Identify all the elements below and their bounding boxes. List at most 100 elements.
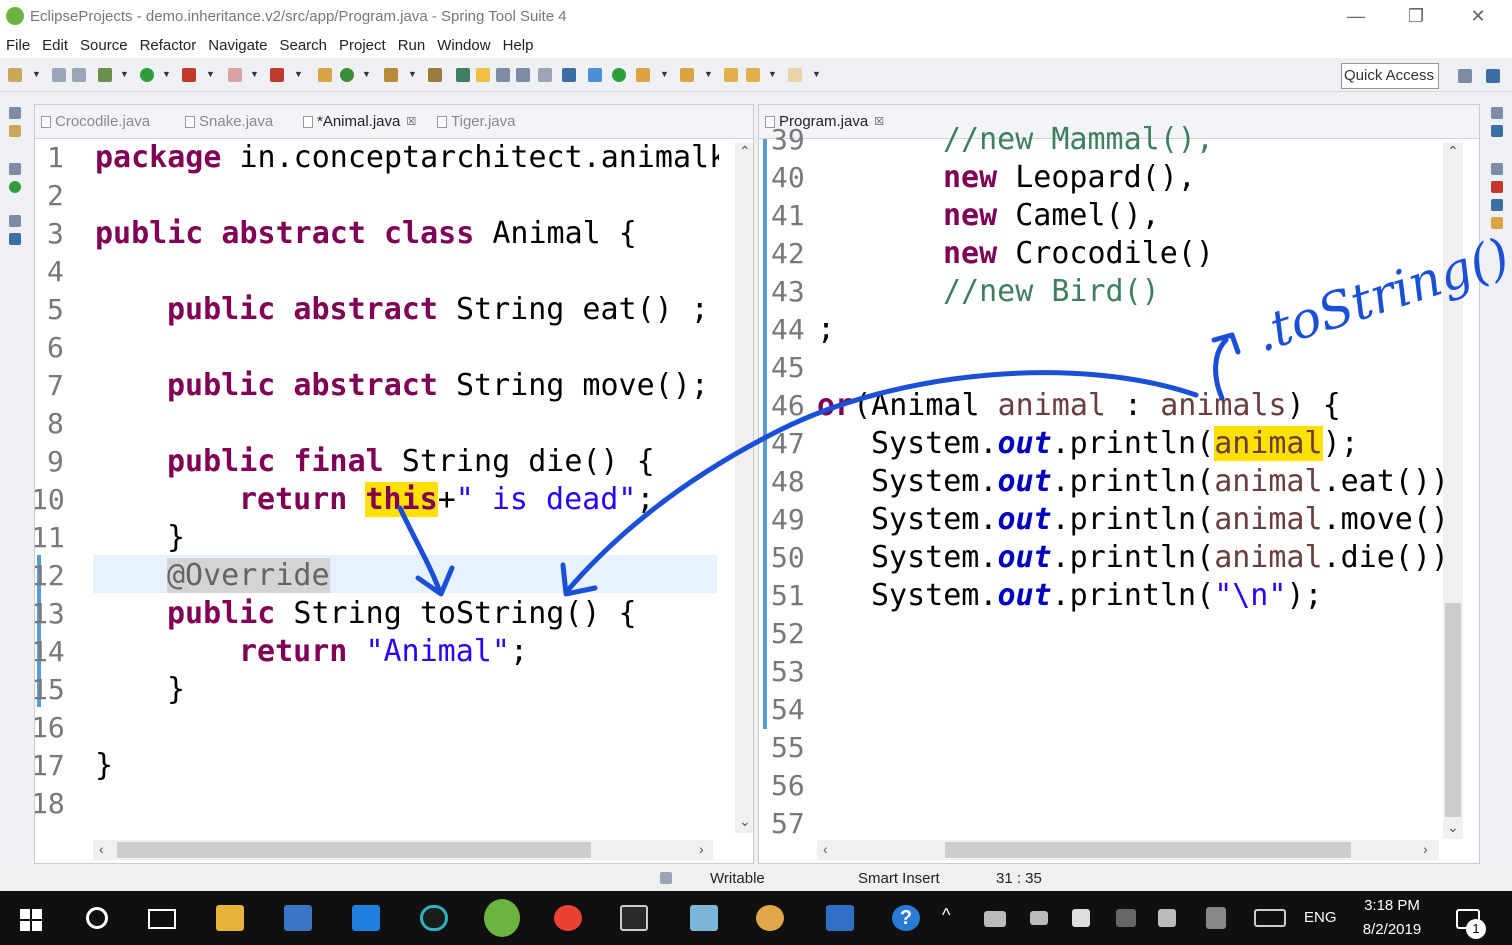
chevron-down-icon[interactable]: ▼ — [294, 69, 303, 79]
declaration-icon[interactable] — [1491, 217, 1503, 229]
animal-code-text[interactable]: package in.conceptarchitect.animalk publ… — [95, 139, 719, 839]
save-icon[interactable] — [52, 68, 66, 82]
chevron-down-icon[interactable]: ▼ — [162, 69, 171, 79]
close-button[interactable]: ✕ — [1448, 0, 1508, 32]
chevron-down-icon[interactable]: ▼ — [408, 69, 417, 79]
menu-file[interactable]: File — [6, 37, 30, 54]
deploy-icon[interactable] — [270, 68, 284, 82]
restore-icon[interactable] — [1491, 107, 1503, 119]
chevron-down-icon[interactable]: ▼ — [768, 69, 777, 79]
chrome-icon[interactable] — [554, 905, 582, 931]
spring-tool-suite-icon[interactable] — [484, 899, 520, 937]
restore-icon[interactable] — [1491, 163, 1503, 175]
search-icon[interactable] — [428, 68, 442, 82]
visual-studio-icon[interactable] — [826, 905, 854, 931]
chevron-left-icon[interactable]: ‹ — [823, 841, 828, 857]
block-selection-icon[interactable] — [496, 68, 510, 82]
menu-help[interactable]: Help — [503, 37, 534, 54]
tab-tiger[interactable]: Tiger.java — [437, 113, 515, 130]
terminal-icon[interactable] — [620, 905, 648, 931]
next-annotation-icon[interactable] — [636, 68, 650, 82]
chevron-up-icon[interactable]: ⌃ — [739, 143, 751, 160]
task-view-icon[interactable] — [148, 909, 176, 929]
tab-snake[interactable]: Snake.java — [185, 113, 273, 130]
right-horizontal-scrollbar[interactable]: ‹ › — [817, 840, 1439, 860]
pen-icon[interactable] — [1206, 907, 1226, 929]
quick-access-field[interactable]: Quick Access — [1341, 63, 1439, 89]
stop-icon[interactable] — [228, 68, 242, 82]
tab-animal[interactable]: *Animal.java ☒ — [303, 113, 416, 130]
restore-icon[interactable] — [9, 107, 21, 119]
chevron-right-icon[interactable]: › — [1423, 841, 1428, 857]
spring-boot-icon[interactable] — [612, 68, 626, 82]
notes-icon[interactable] — [690, 905, 718, 931]
run-icon[interactable] — [140, 68, 154, 82]
clock-date[interactable]: 8/2/2019 — [1354, 921, 1430, 938]
tab-crocodile[interactable]: Crocodile.java — [41, 113, 150, 130]
close-icon[interactable]: ☒ — [406, 115, 416, 128]
dropbox-tray-icon[interactable] — [1072, 909, 1090, 927]
problems-icon[interactable] — [1491, 181, 1503, 193]
volume-icon[interactable] — [1158, 909, 1176, 927]
chevron-down-icon[interactable]: ▼ — [32, 69, 41, 79]
file-explorer-icon[interactable] — [216, 905, 244, 931]
boot-dashboard-icon[interactable] — [9, 181, 21, 193]
mark-occurrences-icon[interactable] — [476, 68, 490, 82]
chevron-down-icon[interactable]: ⌄ — [1447, 819, 1459, 836]
open-perspective-icon[interactable] — [1458, 69, 1472, 83]
task-icon[interactable] — [456, 68, 470, 82]
back-arrow-icon[interactable] — [746, 68, 760, 82]
chevron-down-icon[interactable]: ▼ — [206, 69, 215, 79]
chevron-up-icon[interactable]: ⌃ — [1447, 143, 1459, 160]
windows-start-icon[interactable] — [20, 909, 42, 931]
chevron-left-icon[interactable]: ‹ — [99, 841, 104, 857]
back-icon[interactable] — [724, 68, 738, 82]
menu-search[interactable]: Search — [279, 37, 327, 54]
menu-navigate[interactable]: Navigate — [208, 37, 267, 54]
menu-refactor[interactable]: Refactor — [140, 37, 197, 54]
arduino-icon[interactable] — [420, 905, 448, 931]
new-class-icon[interactable] — [340, 68, 354, 82]
keyboard-icon[interactable] — [1254, 909, 1286, 927]
scroll-thumb[interactable] — [945, 842, 1351, 858]
previous-annotation-icon[interactable] — [680, 68, 694, 82]
onedrive-icon[interactable] — [984, 911, 1006, 927]
store-icon[interactable] — [284, 905, 312, 931]
paint-icon[interactable] — [756, 905, 784, 931]
new-package-icon[interactable] — [318, 68, 332, 82]
minimize-button[interactable]: — — [1326, 0, 1386, 32]
chevron-up-icon[interactable]: ^ — [942, 905, 950, 926]
search-icon[interactable] — [86, 907, 108, 929]
menu-run[interactable]: Run — [398, 37, 426, 54]
outline-icon[interactable] — [1491, 125, 1503, 137]
debug-icon[interactable] — [98, 68, 112, 82]
chevron-down-icon[interactable]: ▼ — [120, 69, 129, 79]
program-code-text[interactable]: //new Mammal(), new Leopard(), new Camel… — [817, 121, 1445, 821]
javadoc-icon[interactable] — [1491, 199, 1503, 211]
show-whitespace-icon[interactable] — [538, 68, 552, 82]
save-all-icon[interactable] — [72, 68, 86, 82]
right-vertical-scrollbar[interactable]: ⌃ ⌄ — [1443, 143, 1463, 839]
battery-icon[interactable] — [1030, 911, 1048, 925]
chevron-down-icon[interactable]: ⌄ — [739, 813, 751, 830]
scroll-thumb[interactable] — [117, 842, 591, 858]
clock-time[interactable]: 3:18 PM — [1358, 897, 1426, 914]
dropbox-icon[interactable] — [352, 905, 380, 931]
chevron-down-icon[interactable]: ▼ — [250, 69, 259, 79]
external-tools-icon[interactable] — [182, 68, 196, 82]
restore-icon[interactable] — [9, 163, 21, 175]
scroll-thumb[interactable] — [1445, 603, 1461, 817]
restore-icon[interactable] — [9, 215, 21, 227]
chevron-right-icon[interactable]: › — [699, 841, 704, 857]
skip-breakpoints-icon[interactable] — [588, 68, 602, 82]
help-icon[interactable]: ? — [892, 905, 920, 931]
restore-button[interactable]: ❐ — [1386, 0, 1446, 32]
menu-window[interactable]: Window — [437, 37, 490, 54]
chevron-down-icon[interactable]: ▼ — [362, 69, 371, 79]
open-type-icon[interactable] — [384, 68, 398, 82]
chevron-down-icon[interactable]: ▼ — [812, 69, 821, 79]
new-icon[interactable] — [8, 68, 22, 82]
menu-edit[interactable]: Edit — [42, 37, 68, 54]
left-vertical-scrollbar[interactable]: ⌃ ⌄ — [735, 143, 753, 833]
chevron-down-icon[interactable]: ▼ — [660, 69, 669, 79]
